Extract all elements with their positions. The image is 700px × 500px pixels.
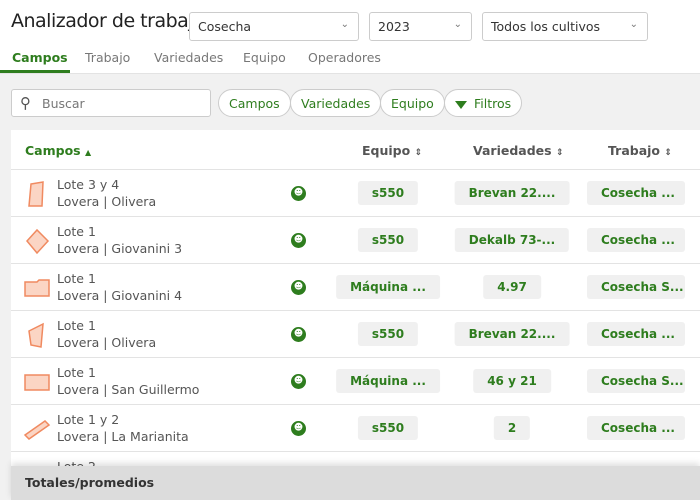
table-row[interactable]: Lote 1 Lovera | Giovanini 3 ☻ s550 Dekalb…: [11, 217, 700, 264]
chevron-down-icon: ⌄: [340, 19, 349, 30]
operator-icon[interactable]: ☻: [291, 374, 306, 389]
tab-equipo[interactable]: Equipo: [243, 50, 286, 65]
filter-icon: [455, 100, 467, 109]
table-row[interactable]: Lote 1 Lovera | San Guillermo ☻ Máquina .…: [11, 358, 700, 405]
chevron-down-icon: ⌄: [453, 19, 462, 30]
search-placeholder: Buscar: [42, 96, 85, 111]
fields-table: Campos ▲ Equipo ⇕ Variedades ⇕ Trabajo ⇕…: [11, 130, 700, 500]
field-shape-icon: [26, 228, 50, 255]
sort-icon: ⇕: [664, 148, 672, 158]
trabajo-pill[interactable]: Cosecha ...: [587, 322, 685, 346]
variedad-pill[interactable]: 46 y 21: [473, 369, 551, 393]
variedad-pill[interactable]: Dekalb 73-...: [454, 228, 570, 252]
campo-name: Lovera | Giovanini 3: [57, 241, 183, 256]
equipo-pill[interactable]: Máquina ...: [336, 275, 440, 299]
select-value: Todos los cultivos: [491, 19, 601, 34]
crop-select[interactable]: Todos los cultivos ⌄: [482, 12, 648, 41]
equipo-pill[interactable]: s550: [357, 228, 419, 252]
col-equipo[interactable]: Equipo ⇕: [362, 143, 422, 158]
operator-icon[interactable]: ☻: [291, 421, 306, 436]
work-type-select[interactable]: Cosecha ⌄: [189, 12, 359, 41]
col-trabajo[interactable]: Trabajo ⇕: [608, 143, 672, 158]
lote-name[interactable]: Lote 1: [57, 365, 96, 380]
col-campos[interactable]: Campos ▲: [25, 143, 91, 158]
field-shape-icon: [23, 420, 51, 440]
table-row[interactable]: Lote 3 y 4 Lovera | Olivera ☻ s550 Brevan…: [11, 170, 700, 217]
filters-button[interactable]: Filtros: [444, 89, 523, 117]
tab-operadores[interactable]: Operadores: [308, 50, 381, 65]
col-variedades[interactable]: Variedades ⇕: [473, 143, 564, 158]
variedad-pill[interactable]: Brevan 22....: [454, 322, 570, 346]
campo-name: Lovera | Olivera: [57, 335, 157, 350]
campo-name: Lovera | Giovanini 4: [57, 288, 183, 303]
totals-bar: Totales/promedios: [11, 466, 700, 500]
variedad-pill[interactable]: Brevan 22....: [454, 181, 570, 205]
operator-icon[interactable]: ☻: [291, 280, 306, 295]
search-icon: ⚲: [20, 94, 31, 112]
operator-icon[interactable]: ☻: [291, 233, 306, 248]
campo-name: Lovera | La Marianita: [57, 429, 189, 444]
campo-name: Lovera | San Guillermo: [57, 382, 200, 397]
year-select[interactable]: 2023 ⌄: [369, 12, 472, 41]
tab-bar: Campos Trabajo Variedades Equipo Operado…: [0, 48, 700, 73]
filters-label: Filtros: [474, 96, 512, 111]
equipo-pill[interactable]: s550: [357, 322, 419, 346]
operator-icon[interactable]: ☻: [291, 186, 306, 201]
equipo-pill[interactable]: s550: [357, 416, 419, 440]
lote-name[interactable]: Lote 1: [57, 318, 96, 333]
lote-name[interactable]: Lote 1: [57, 224, 96, 239]
sort-icon: ⇕: [555, 148, 564, 158]
equipo-pill[interactable]: Máquina ...: [336, 369, 440, 393]
trabajo-pill[interactable]: Cosecha ...: [587, 228, 685, 252]
tab-trabajo[interactable]: Trabajo: [85, 50, 130, 65]
trabajo-pill[interactable]: Cosecha S...: [587, 275, 685, 299]
campos-chip[interactable]: Campos: [218, 89, 291, 117]
tab-campos[interactable]: Campos: [12, 50, 68, 65]
field-shape-icon: [28, 322, 44, 348]
table-header: Campos ▲ Equipo ⇕ Variedades ⇕ Trabajo ⇕: [11, 130, 700, 170]
trabajo-pill[interactable]: Cosecha ...: [587, 181, 685, 205]
trabajo-pill[interactable]: Cosecha ...: [587, 416, 685, 440]
table-row[interactable]: Lote 1 Lovera | Olivera ☻ s550 Brevan 22.…: [11, 311, 700, 358]
lote-name[interactable]: Lote 3 y 4: [57, 177, 119, 192]
variedad-pill[interactable]: 4.97: [483, 275, 541, 299]
sort-asc-icon: ▲: [84, 148, 92, 157]
lote-name[interactable]: Lote 1 y 2: [57, 412, 119, 427]
table-row[interactable]: Lote 1 Lovera | Giovanini 4 ☻ Máquina ...…: [11, 264, 700, 311]
search-input[interactable]: ⚲ Buscar: [11, 89, 211, 117]
equipo-pill[interactable]: s550: [357, 181, 419, 205]
equipo-chip[interactable]: Equipo: [380, 89, 445, 117]
page-title: Analizador de trabajo: [11, 10, 205, 32]
tab-variedades[interactable]: Variedades: [154, 50, 223, 65]
table-row[interactable]: Lote 1 y 2 Lovera | La Marianita ☻ s550 2…: [11, 405, 700, 452]
field-shape-icon: [24, 374, 50, 391]
select-value: 2023: [378, 19, 410, 34]
variedades-chip[interactable]: Variedades: [290, 89, 382, 117]
variedad-pill[interactable]: 2: [493, 416, 531, 440]
lote-name[interactable]: Lote 1: [57, 271, 96, 286]
field-shape-icon: [28, 181, 44, 207]
field-shape-icon: [24, 279, 50, 297]
sort-icon: ⇕: [414, 148, 423, 158]
operator-icon[interactable]: ☻: [291, 327, 306, 342]
chevron-down-icon: ⌄: [629, 19, 638, 30]
select-value: Cosecha: [198, 19, 252, 34]
trabajo-pill[interactable]: Cosecha S...: [587, 369, 685, 393]
campo-name: Lovera | Olivera: [57, 194, 157, 209]
